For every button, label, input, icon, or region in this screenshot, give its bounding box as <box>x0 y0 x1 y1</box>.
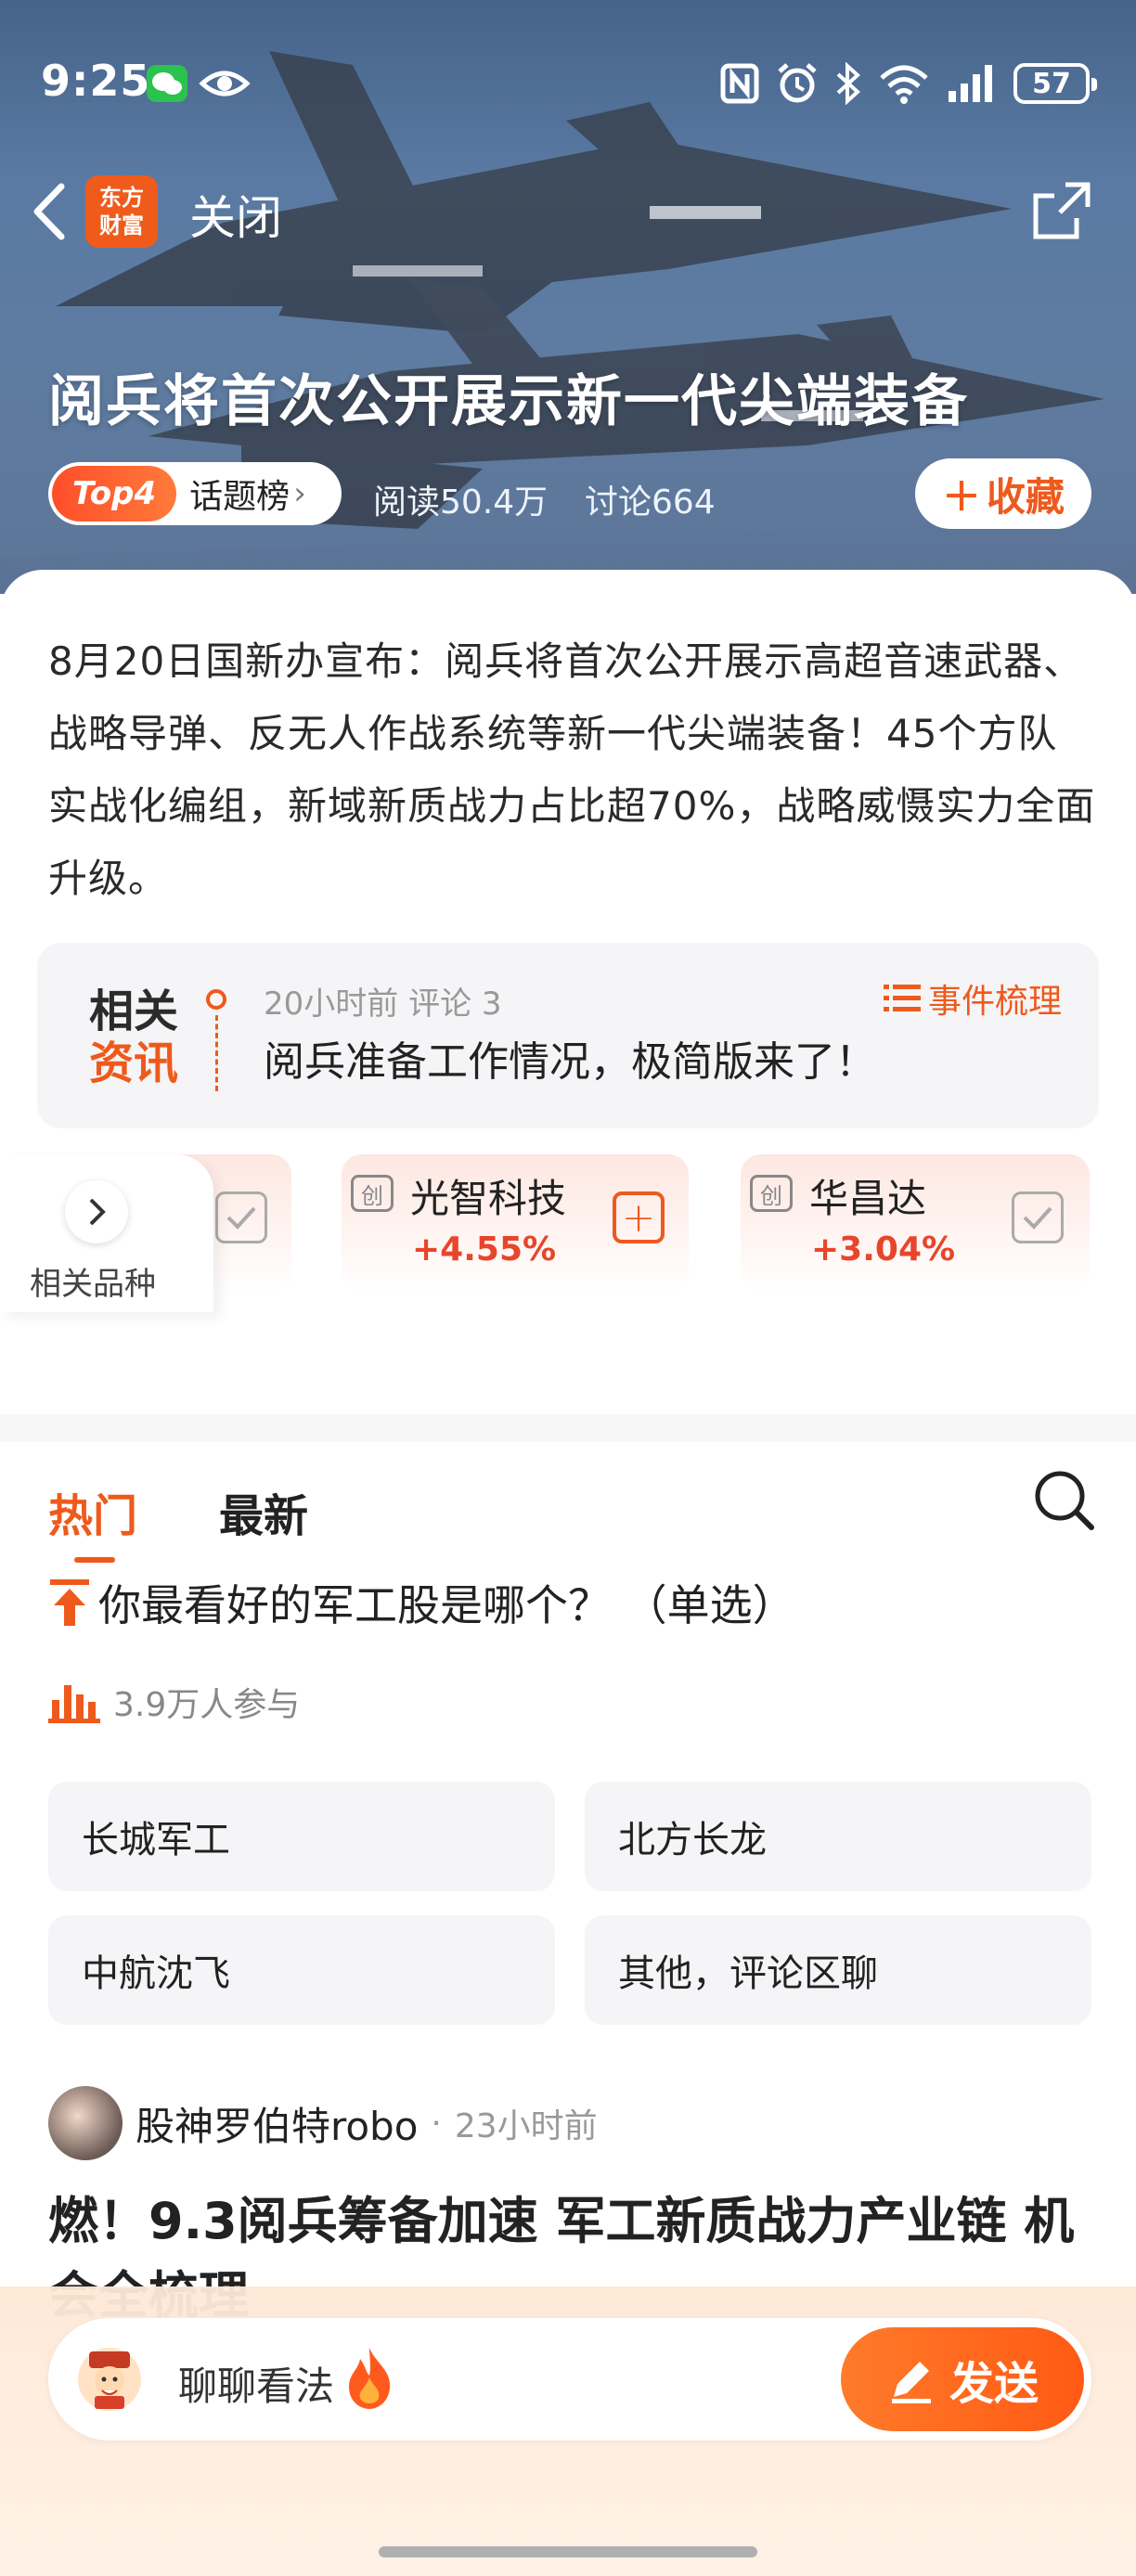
poll-participants: 3.9万人参与 <box>48 1678 300 1726</box>
app-logo: 东方财富 <box>85 175 158 248</box>
hero-banner: 9:25 57 东方财富 关闭 阅兵将首次公开展示新一代尖端装备 Top4 话题… <box>0 0 1136 594</box>
rank-badge: Top4 <box>52 466 177 522</box>
favorite-label: 收藏 <box>987 473 1065 520</box>
signal-icon <box>949 65 992 102</box>
send-label: 发送 <box>949 2358 1039 2410</box>
search-icon[interactable] <box>1030 1466 1097 1533</box>
comment-placeholder: 聊聊看法 <box>178 2363 335 2409</box>
bar-chart-icon <box>48 1685 100 1723</box>
topic-summary: 8月20日国新办宣布：阅兵将首次公开展示高超音速武器、战略导弹、反无人作战系统等… <box>48 638 1096 901</box>
status-time: 9:25 <box>41 56 151 106</box>
tab-hot[interactable]: 热门 <box>48 1479 137 1544</box>
tab-latest[interactable]: 最新 <box>219 1479 308 1544</box>
plus-icon: ＋ <box>941 473 981 520</box>
related-news-tag: 相关 资讯 <box>89 985 178 1089</box>
related-stocks-row: 相关品种 创 光智科技 +4.55% + 创 华昌达 +3.04% <box>0 1154 1136 1312</box>
back-arrow-icon[interactable] <box>26 179 72 244</box>
pencil-icon <box>891 2362 931 2403</box>
bluetooth-icon <box>836 62 860 105</box>
timeline-line <box>215 1015 218 1091</box>
post-time: 23小时前 <box>454 2107 598 2145</box>
related-news-card[interactable]: 相关 资讯 20小时前 评论 3 阅兵准备工作情况，极简版来了！ 事件梳理 <box>37 943 1099 1128</box>
mascot-icon <box>78 2348 141 2411</box>
stock-name: 光智科技 <box>410 1176 567 1221</box>
poll-option[interactable]: 北方长龙 <box>585 1782 1091 1891</box>
news-meta: 20小时前 评论 3 <box>264 985 502 1023</box>
poll-option[interactable]: 其他，评论区聊 <box>585 1915 1091 2025</box>
poll-option[interactable]: 长城军工 <box>48 1782 555 1891</box>
related-stocks-toggle[interactable]: 相关品种 <box>0 1154 213 1312</box>
comment-input[interactable]: 聊聊看法 发送 <box>48 2318 1091 2441</box>
wifi-icon <box>880 65 928 104</box>
send-button[interactable]: 发送 <box>841 2327 1084 2431</box>
fire-icon <box>349 2348 391 2409</box>
chevron-right-icon: › <box>293 475 306 512</box>
topic-list-label: 话题榜 <box>189 478 290 516</box>
related-news-tag-line1: 相关 <box>89 985 179 1037</box>
topic-rank-pill[interactable]: Top4 话题榜 › <box>48 462 342 525</box>
post-username[interactable]: 股神罗伯特robo <box>136 2095 418 2152</box>
chinext-tag: 创 <box>750 1175 793 1212</box>
page-title: 阅兵将首次公开展示新一代尖端装备 <box>48 369 969 434</box>
share-icon[interactable] <box>1028 177 1095 244</box>
poll-question: 你最看好的军工股是哪个？ （单选） <box>48 1572 1097 1633</box>
alarm-icon <box>778 63 817 103</box>
check-icon[interactable] <box>215 1191 267 1243</box>
topic-meta-row: Top4 话题榜 › 阅读50.4万 讨论664 ＋ 收藏 <box>48 458 1091 529</box>
wechat-icon <box>147 65 187 102</box>
pinned-up-arrow-icon <box>50 1579 89 1626</box>
related-news-tag-line2: 资讯 <box>89 1037 179 1089</box>
discussion-count: 讨论664 <box>585 483 716 522</box>
poll-question-text: 你最看好的军工股是哪个？ （单选） <box>98 1580 795 1630</box>
battery-indicator: 57 <box>1013 63 1097 104</box>
status-bar: 9:25 57 <box>0 37 1136 130</box>
stock-card[interactable]: 创 光智科技 +4.55% + <box>342 1154 689 1294</box>
stock-name: 华昌达 <box>809 1176 927 1221</box>
stock-change: +4.55% <box>412 1230 557 1269</box>
home-indicator[interactable] <box>379 2546 757 2557</box>
status-icons: 57 <box>720 59 1097 108</box>
favorite-button[interactable]: ＋ 收藏 <box>915 458 1091 529</box>
content-card: 8月20日国新办宣布：阅兵将首次公开展示高超音速武器、战略导弹、反无人作战系统等… <box>0 570 1136 2576</box>
event-timeline-link[interactable]: 事件梳理 <box>883 974 1062 1023</box>
list-icon <box>883 985 921 1011</box>
participants-text: 3.9万人参与 <box>113 1686 301 1724</box>
bottom-comment-bar: 聊聊看法 发送 <box>0 2286 1136 2576</box>
poll-option[interactable]: 中航沈飞 <box>48 1915 555 2025</box>
timeline-dot <box>206 989 226 1010</box>
news-title[interactable]: 阅兵准备工作情况，极简版来了！ <box>264 1028 876 1088</box>
check-icon[interactable] <box>1012 1191 1064 1243</box>
chinext-tag: 创 <box>351 1175 394 1212</box>
read-count: 阅读50.4万 <box>373 483 549 522</box>
post-author-row[interactable]: 股神罗伯特robo · 23小时前 <box>48 2086 598 2160</box>
post-dot: · <box>431 2104 442 2143</box>
related-stocks-label: 相关品种 <box>30 1266 156 1303</box>
section-divider <box>0 1414 1136 1442</box>
active-tab-indicator <box>74 1557 115 1563</box>
stock-card[interactable]: 创 华昌达 +3.04% <box>741 1154 1090 1294</box>
event-timeline-label: 事件梳理 <box>927 983 1062 1021</box>
top-nav: 东方财富 关闭 <box>0 162 1136 255</box>
add-watchlist-icon[interactable]: + <box>613 1191 665 1243</box>
eye-icon <box>199 71 251 97</box>
avatar[interactable] <box>48 2086 123 2160</box>
nfc-icon <box>720 63 759 104</box>
close-button[interactable]: 关闭 <box>189 181 282 248</box>
stock-change: +3.04% <box>811 1230 956 1269</box>
chevron-right-icon <box>65 1180 128 1243</box>
comment-tabs: 热门 最新 <box>48 1461 1097 1563</box>
